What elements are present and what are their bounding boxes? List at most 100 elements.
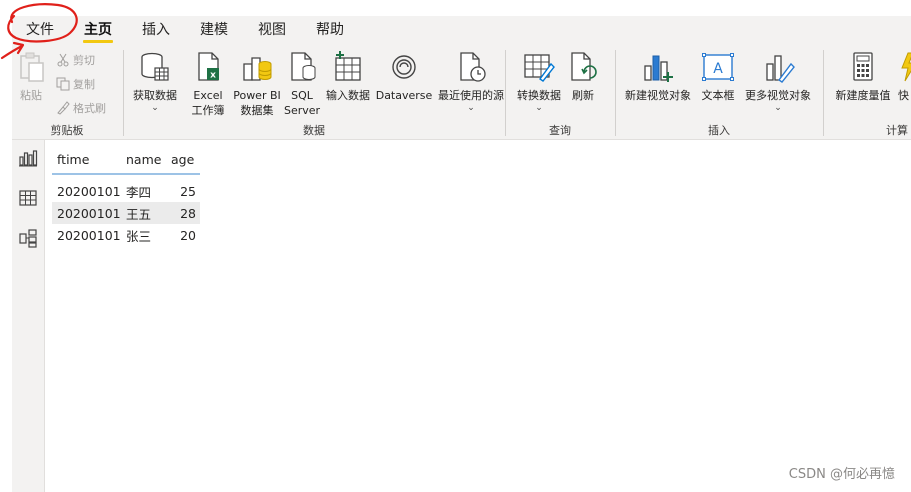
cut-label: 剪切 bbox=[73, 54, 95, 67]
scissors-icon bbox=[57, 53, 69, 67]
excel-workbook-button[interactable]: x Excel 工作簿 bbox=[188, 50, 228, 118]
enter-data-label: 输入数据 bbox=[326, 89, 370, 102]
chevron-down-icon: ⌄ bbox=[151, 103, 159, 113]
powerbi-dataset-button[interactable]: Power BI 数据集 bbox=[232, 50, 282, 118]
paste-icon bbox=[14, 50, 48, 84]
copy-icon bbox=[56, 77, 70, 91]
copy-label: 复制 bbox=[73, 78, 95, 91]
chevron-down-icon: ⌄ bbox=[774, 103, 782, 113]
table-row[interactable]: 20200101 王五 28 bbox=[52, 202, 200, 224]
new-visual-label: 新建视觉对象 bbox=[625, 89, 691, 102]
new-measure-button[interactable]: 新建度量值 bbox=[832, 50, 894, 103]
column-header-age[interactable]: age bbox=[166, 152, 200, 167]
refresh-button[interactable]: 刷新 bbox=[568, 50, 598, 103]
recent-sources-label: 最近使用的源 bbox=[438, 89, 504, 102]
report-view-icon[interactable] bbox=[18, 148, 38, 168]
cell-name: 张三 bbox=[126, 228, 152, 244]
brush-icon bbox=[57, 101, 70, 115]
dataverse-label: Dataverse bbox=[375, 89, 433, 102]
text-box-icon: A bbox=[701, 50, 735, 84]
paste-button[interactable]: 粘贴 bbox=[16, 50, 46, 103]
tab-help[interactable]: 帮助 bbox=[301, 16, 359, 44]
dataverse-button[interactable]: Dataverse bbox=[376, 50, 432, 103]
copy-button[interactable]: 复制 bbox=[56, 76, 95, 92]
menu-bar: 文件 主页 插入 建模 视图 帮助 bbox=[12, 16, 911, 44]
tab-modeling[interactable]: 建模 bbox=[185, 16, 243, 44]
refresh-icon bbox=[566, 50, 600, 84]
cell-name: 王五 bbox=[126, 206, 152, 222]
data-group: 获取数据 ⌄ x Excel 工作簿 Power BI 数据集 SQL Serv… bbox=[124, 44, 504, 140]
column-header-name[interactable]: name bbox=[121, 152, 166, 167]
more-visuals-button[interactable]: 更多视觉对象 ⌄ bbox=[740, 50, 816, 113]
table-header: ftime name age bbox=[52, 145, 200, 175]
cell-ftime: 20200101 bbox=[57, 183, 121, 199]
new-visual-icon bbox=[641, 50, 675, 84]
quick-measure-button[interactable]: 快 bbox=[898, 50, 911, 103]
watermark: CSDN @何必再憶 bbox=[788, 467, 895, 482]
data-table: ftime name age 20200101 李四 25 20200101 王… bbox=[52, 145, 200, 246]
cell-age: 28 bbox=[180, 205, 196, 221]
clipboard-group: 粘贴 剪切 复制 格式刷 剪贴板 bbox=[12, 44, 122, 140]
excel-icon: x bbox=[191, 50, 225, 84]
format-painter-label: 格式刷 bbox=[73, 102, 106, 115]
new-measure-label: 新建度量值 bbox=[835, 89, 891, 102]
tab-view[interactable]: 视图 bbox=[243, 16, 301, 44]
text-box-button[interactable]: A 文本框 bbox=[700, 50, 736, 103]
excel-label-1: Excel bbox=[193, 89, 223, 102]
sql-server-button[interactable]: SQL Server bbox=[284, 50, 320, 118]
database-icon bbox=[138, 50, 172, 84]
transform-data-icon bbox=[522, 50, 556, 84]
text-box-label: 文本框 bbox=[701, 89, 735, 102]
more-visuals-label: 更多视觉对象 bbox=[745, 89, 811, 102]
cell-name: 李四 bbox=[126, 184, 152, 200]
ribbon: 粘贴 剪切 复制 格式刷 剪贴板 获取数据 ⌄ x Excel 工作簿 Powe… bbox=[12, 44, 911, 140]
svg-text:A: A bbox=[713, 61, 723, 77]
svg-text:x: x bbox=[210, 71, 216, 81]
table-add-icon bbox=[331, 50, 365, 84]
quick-measure-label: 快 bbox=[898, 89, 909, 102]
powerbi-label-1: Power BI bbox=[233, 89, 281, 102]
table-row[interactable]: 20200101 张三 20 bbox=[52, 224, 200, 246]
chevron-down-icon: ⌄ bbox=[535, 103, 543, 113]
calc-group: 新建度量值 快 计算 bbox=[824, 44, 911, 140]
tab-file[interactable]: 文件 bbox=[12, 16, 69, 44]
powerbi-dataset-icon bbox=[240, 50, 274, 84]
cell-age: 25 bbox=[180, 183, 196, 199]
calculator-icon bbox=[846, 50, 880, 84]
tab-insert[interactable]: 插入 bbox=[127, 16, 185, 44]
get-data-button[interactable]: 获取数据 ⌄ bbox=[130, 50, 180, 113]
model-view-icon[interactable] bbox=[18, 228, 38, 248]
cell-age: 20 bbox=[180, 227, 196, 243]
paste-label: 粘贴 bbox=[20, 89, 42, 102]
recent-sources-button[interactable]: 最近使用的源 ⌄ bbox=[434, 50, 508, 113]
refresh-label: 刷新 bbox=[572, 89, 594, 102]
sql-server-icon bbox=[285, 50, 319, 84]
data-group-label: 数据 bbox=[303, 124, 325, 137]
insert-group-label: 插入 bbox=[708, 124, 730, 137]
get-data-label: 获取数据 bbox=[133, 89, 177, 102]
clipboard-group-label: 剪贴板 bbox=[50, 124, 84, 137]
data-view-icon[interactable] bbox=[18, 188, 38, 208]
cell-ftime: 20200101 bbox=[57, 227, 121, 243]
format-painter-button[interactable]: 格式刷 bbox=[56, 100, 106, 116]
dataverse-icon bbox=[387, 50, 421, 84]
sql-label-1: SQL bbox=[291, 89, 313, 102]
excel-label-2: 工作簿 bbox=[191, 104, 225, 117]
new-visual-button[interactable]: 新建视觉对象 bbox=[620, 50, 696, 103]
tab-home[interactable]: 主页 bbox=[69, 16, 127, 44]
cut-button[interactable]: 剪切 bbox=[56, 52, 95, 68]
enter-data-button[interactable]: 输入数据 bbox=[322, 50, 374, 103]
transform-data-label: 转换数据 bbox=[517, 89, 561, 102]
chevron-down-icon: ⌄ bbox=[467, 103, 475, 113]
cell-ftime: 20200101 bbox=[57, 205, 121, 221]
insert-group: 新建视觉对象 A 文本框 更多视觉对象 ⌄ 插入 bbox=[616, 44, 822, 140]
table-row[interactable]: 20200101 李四 25 bbox=[52, 180, 200, 202]
lightning-icon bbox=[898, 50, 911, 84]
calc-group-label: 计算 bbox=[886, 124, 908, 137]
column-header-ftime[interactable]: ftime bbox=[52, 152, 121, 167]
transform-data-button[interactable]: 转换数据 ⌄ bbox=[514, 50, 564, 113]
left-margin bbox=[0, 0, 12, 492]
more-visuals-icon bbox=[761, 50, 795, 84]
query-group: 转换数据 ⌄ 刷新 查询 bbox=[506, 44, 614, 140]
recent-sources-icon bbox=[454, 50, 488, 84]
